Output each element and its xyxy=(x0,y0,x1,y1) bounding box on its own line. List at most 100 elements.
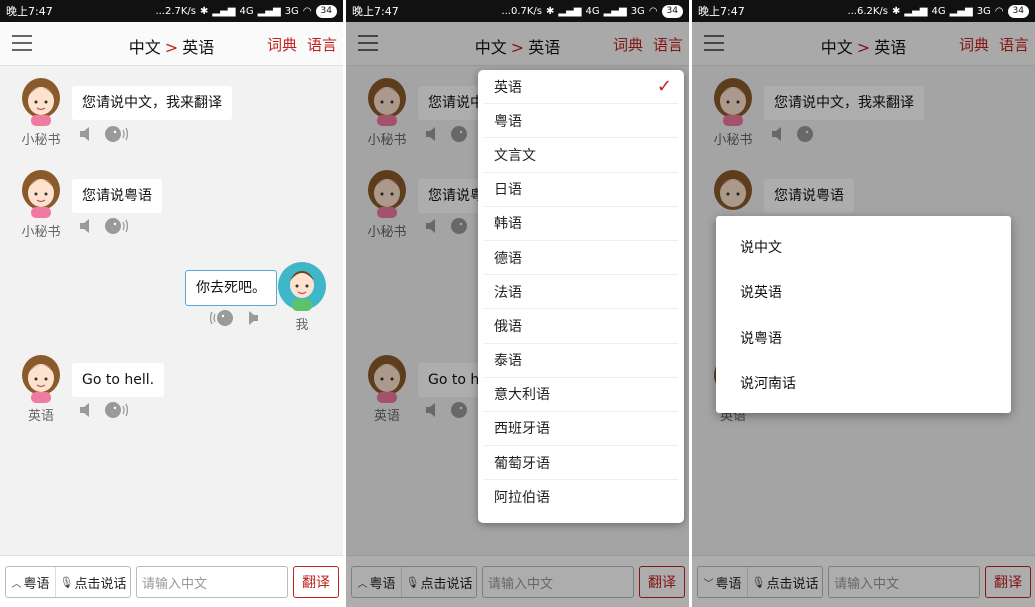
press-to-talk-button[interactable]: 🎙 点击说话 xyxy=(56,567,130,597)
speech-language-label: 粤语 xyxy=(23,576,50,592)
option-speak-cantonese[interactable]: 说粤语 xyxy=(716,315,1011,361)
status-bar: 晚上7:47 ...2.7K/s ✱ ▂▄▆ 4G ▂▄▆ 3G ◠ 34 xyxy=(0,0,343,22)
battery-icon: 34 xyxy=(315,4,337,18)
face-sound-icon[interactable] xyxy=(104,400,128,420)
network-3g: 3G xyxy=(284,5,299,17)
bluetooth-icon: ✱ xyxy=(892,5,901,17)
status-bar: 晚上7:47 ...6.2K/s ✱ ▂▄▆ 4G ▂▄▆ 3G ◠ 34 xyxy=(692,0,1035,22)
bluetooth-icon: ✱ xyxy=(546,5,555,17)
signal-icon: ▂▄▆ xyxy=(212,5,236,17)
speech-language-toggle[interactable]: ︿ 粤语 🎙 点击说话 xyxy=(5,566,131,598)
net-speed: ...6.2K/s xyxy=(847,5,889,17)
face-sound-icon[interactable] xyxy=(104,216,128,236)
menu-item-label: 文言文 xyxy=(494,147,536,164)
assistant-avatar xyxy=(22,170,60,218)
menu-item-cantonese[interactable]: 粤语 xyxy=(484,104,678,139)
network-4g: 4G xyxy=(239,5,254,17)
face-sound-icon[interactable] xyxy=(104,124,128,144)
speaker-icon[interactable] xyxy=(78,218,94,234)
assistant-avatar xyxy=(22,355,60,403)
message-bubble[interactable]: 您请说粤语 xyxy=(72,179,162,213)
menu-item-label: 粤语 xyxy=(494,113,522,130)
target-language: 英语 xyxy=(182,38,215,57)
assistant-avatar xyxy=(22,78,60,126)
wifi-icon: ◠ xyxy=(994,5,1004,17)
menu-item-english[interactable]: 英语 ✓ xyxy=(484,70,678,105)
status-bar: 晚上7:47 ...0.7K/s ✱ ▂▄▆ 4G ▂▄▆ 3G ◠ 34 xyxy=(346,0,689,22)
option-speak-chinese[interactable]: 说中文 xyxy=(716,224,1011,270)
battery-icon: 34 xyxy=(661,4,683,18)
signal-icon: ▂▄▆ xyxy=(558,5,582,17)
menu-item-thai[interactable]: 泰语 xyxy=(484,344,678,378)
speech-language-dialog: 说中文 说英语 说粤语 说河南话 xyxy=(716,216,1011,413)
status-time: 晚上7:47 xyxy=(6,5,53,18)
sender-name: 小秘书 xyxy=(21,225,61,240)
menu-item-label: 阿拉伯语 xyxy=(494,490,550,507)
menu-item-label: 英语 xyxy=(494,79,522,96)
signal-icon: ▂▄▆ xyxy=(949,5,973,17)
option-speak-henan-dialect[interactable]: 说河南话 xyxy=(716,361,1011,407)
menu-item-label: 意大利语 xyxy=(494,387,550,404)
menu-item-classical-chinese[interactable]: 文言文 xyxy=(484,138,678,173)
screen-language-menu: 晚上7:47 ...0.7K/s ✱ ▂▄▆ 4G ▂▄▆ 3G ◠ 34 中文… xyxy=(346,0,689,607)
sender-name: 小秘书 xyxy=(21,133,61,148)
message-bubble[interactable]: 你去死吧。 xyxy=(185,270,277,306)
speech-language-selector[interactable]: ︿ 粤语 xyxy=(6,567,56,597)
mic-icon: 🎙 xyxy=(59,575,74,589)
signal-icon: ▂▄▆ xyxy=(904,5,928,17)
menu-item-label: 德语 xyxy=(494,250,522,267)
screen-chat: 晚上7:47 ...2.7K/s ✱ ▂▄▆ 4G ▂▄▆ 3G ◠ 34 中文… xyxy=(0,0,343,607)
network-3g: 3G xyxy=(630,5,645,17)
message-bubble[interactable]: 您请说中文，我来翻译 xyxy=(72,86,232,120)
wifi-icon: ◠ xyxy=(648,5,658,17)
face-sound-icon[interactable] xyxy=(210,308,234,328)
menu-item-label: 葡萄牙语 xyxy=(494,455,550,472)
text-input[interactable]: 请输入中文 xyxy=(136,566,288,598)
sender-name: 英语 xyxy=(27,409,54,424)
menu-item-french[interactable]: 法语 xyxy=(484,275,678,310)
speaker-icon[interactable] xyxy=(78,126,94,142)
user-avatar xyxy=(278,262,326,311)
option-speak-english[interactable]: 说英语 xyxy=(716,270,1011,316)
sender-name: 我 xyxy=(295,318,309,333)
speaker-icon[interactable] xyxy=(78,402,94,418)
menu-item-label: 俄语 xyxy=(494,318,522,335)
menu-item-label: 法语 xyxy=(494,284,522,301)
screen-speech-language-dialog: 晚上7:47 ...6.2K/s ✱ ▂▄▆ 4G ▂▄▆ 3G ◠ 34 中文… xyxy=(692,0,1035,607)
network-4g: 4G xyxy=(931,5,946,17)
network-4g: 4G xyxy=(585,5,600,17)
signal-icon: ▂▄▆ xyxy=(603,5,627,17)
dictionary-button[interactable]: 词典 xyxy=(267,34,297,55)
menu-item-label: 泰语 xyxy=(494,353,522,370)
network-3g: 3G xyxy=(976,5,991,17)
status-time: 晚上7:47 xyxy=(698,5,745,18)
translate-button[interactable]: 翻译 xyxy=(293,566,339,598)
menu-item-korean[interactable]: 韩语 xyxy=(484,207,678,241)
voice-language-button[interactable]: 语言 xyxy=(307,34,337,55)
speaker-icon[interactable] xyxy=(244,310,260,326)
status-time: 晚上7:47 xyxy=(352,5,399,18)
menu-item-german[interactable]: 德语 xyxy=(484,241,678,276)
battery-icon: 34 xyxy=(1007,4,1029,18)
chevron-up-icon: ︿ xyxy=(11,578,22,590)
app-bar: 中文 > 英语 词典 语言 xyxy=(0,22,343,66)
menu-item-label: 韩语 xyxy=(494,216,522,233)
menu-item-spanish[interactable]: 西班牙语 xyxy=(484,412,678,447)
net-speed: ...2.7K/s xyxy=(155,5,197,17)
target-language-menu: 英语 ✓ 粤语 文言文 日语 韩语 德语 法语 俄语 泰语 意大利语 西班牙语 葡… xyxy=(478,70,684,523)
net-speed: ...0.7K/s xyxy=(501,5,543,17)
menu-item-label: 西班牙语 xyxy=(494,421,550,438)
menu-item-portuguese[interactable]: 葡萄牙语 xyxy=(484,446,678,481)
check-icon: ✓ xyxy=(656,76,672,98)
arrow-separator: > xyxy=(164,38,179,57)
press-to-talk-label: 点击说话 xyxy=(74,576,127,592)
source-language: 中文 xyxy=(128,38,161,57)
signal-icon: ▂▄▆ xyxy=(257,5,281,17)
menu-item-arabic[interactable]: 阿拉伯语 xyxy=(484,480,678,514)
message-bubble[interactable]: Go to hell. xyxy=(72,363,165,397)
input-bar: ︿ 粤语 🎙 点击说话 请输入中文 翻译 xyxy=(0,555,343,607)
menu-item-japanese[interactable]: 日语 xyxy=(484,173,678,207)
bluetooth-icon: ✱ xyxy=(200,5,209,17)
menu-item-italian[interactable]: 意大利语 xyxy=(484,378,678,412)
menu-item-russian[interactable]: 俄语 xyxy=(484,309,678,344)
